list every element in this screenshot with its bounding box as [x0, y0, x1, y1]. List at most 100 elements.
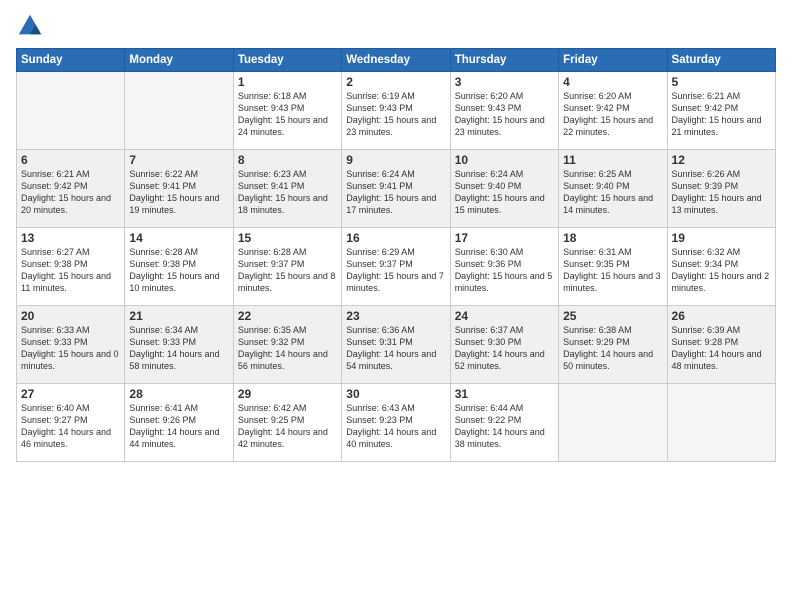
calendar-cell: 22Sunrise: 6:35 AMSunset: 9:32 PMDayligh… [233, 306, 341, 384]
calendar-cell: 23Sunrise: 6:36 AMSunset: 9:31 PMDayligh… [342, 306, 450, 384]
day-info: Sunrise: 6:34 AMSunset: 9:33 PMDaylight:… [129, 324, 228, 373]
calendar-cell: 20Sunrise: 6:33 AMSunset: 9:33 PMDayligh… [17, 306, 125, 384]
calendar-cell: 13Sunrise: 6:27 AMSunset: 9:38 PMDayligh… [17, 228, 125, 306]
calendar-cell: 16Sunrise: 6:29 AMSunset: 9:37 PMDayligh… [342, 228, 450, 306]
header [16, 12, 776, 40]
weekday-header: Monday [125, 49, 233, 72]
calendar-cell: 18Sunrise: 6:31 AMSunset: 9:35 PMDayligh… [559, 228, 667, 306]
calendar-cell: 5Sunrise: 6:21 AMSunset: 9:42 PMDaylight… [667, 72, 775, 150]
weekday-header: Wednesday [342, 49, 450, 72]
day-number: 18 [563, 231, 662, 245]
day-number: 31 [455, 387, 554, 401]
calendar-cell [17, 72, 125, 150]
calendar-cell: 7Sunrise: 6:22 AMSunset: 9:41 PMDaylight… [125, 150, 233, 228]
day-info: Sunrise: 6:42 AMSunset: 9:25 PMDaylight:… [238, 402, 337, 451]
day-info: Sunrise: 6:29 AMSunset: 9:37 PMDaylight:… [346, 246, 445, 295]
calendar-cell [559, 384, 667, 462]
day-info: Sunrise: 6:33 AMSunset: 9:33 PMDaylight:… [21, 324, 120, 373]
day-info: Sunrise: 6:28 AMSunset: 9:37 PMDaylight:… [238, 246, 337, 295]
day-number: 10 [455, 153, 554, 167]
day-number: 29 [238, 387, 337, 401]
calendar: SundayMondayTuesdayWednesdayThursdayFrid… [16, 48, 776, 462]
day-number: 15 [238, 231, 337, 245]
calendar-cell: 6Sunrise: 6:21 AMSunset: 9:42 PMDaylight… [17, 150, 125, 228]
calendar-cell: 9Sunrise: 6:24 AMSunset: 9:41 PMDaylight… [342, 150, 450, 228]
day-info: Sunrise: 6:26 AMSunset: 9:39 PMDaylight:… [672, 168, 771, 217]
day-info: Sunrise: 6:20 AMSunset: 9:42 PMDaylight:… [563, 90, 662, 139]
page: SundayMondayTuesdayWednesdayThursdayFrid… [0, 0, 792, 612]
calendar-cell [125, 72, 233, 150]
day-number: 17 [455, 231, 554, 245]
day-number: 28 [129, 387, 228, 401]
weekday-header: Friday [559, 49, 667, 72]
day-number: 7 [129, 153, 228, 167]
day-info: Sunrise: 6:23 AMSunset: 9:41 PMDaylight:… [238, 168, 337, 217]
calendar-week-row: 27Sunrise: 6:40 AMSunset: 9:27 PMDayligh… [17, 384, 776, 462]
day-number: 20 [21, 309, 120, 323]
day-number: 22 [238, 309, 337, 323]
calendar-cell: 19Sunrise: 6:32 AMSunset: 9:34 PMDayligh… [667, 228, 775, 306]
calendar-cell: 4Sunrise: 6:20 AMSunset: 9:42 PMDaylight… [559, 72, 667, 150]
day-info: Sunrise: 6:43 AMSunset: 9:23 PMDaylight:… [346, 402, 445, 451]
day-number: 1 [238, 75, 337, 89]
day-info: Sunrise: 6:22 AMSunset: 9:41 PMDaylight:… [129, 168, 228, 217]
day-number: 2 [346, 75, 445, 89]
calendar-week-row: 13Sunrise: 6:27 AMSunset: 9:38 PMDayligh… [17, 228, 776, 306]
day-info: Sunrise: 6:30 AMSunset: 9:36 PMDaylight:… [455, 246, 554, 295]
calendar-cell: 3Sunrise: 6:20 AMSunset: 9:43 PMDaylight… [450, 72, 558, 150]
calendar-cell [667, 384, 775, 462]
day-number: 5 [672, 75, 771, 89]
day-number: 8 [238, 153, 337, 167]
day-number: 25 [563, 309, 662, 323]
weekday-header: Saturday [667, 49, 775, 72]
day-info: Sunrise: 6:40 AMSunset: 9:27 PMDaylight:… [21, 402, 120, 451]
calendar-cell: 29Sunrise: 6:42 AMSunset: 9:25 PMDayligh… [233, 384, 341, 462]
calendar-cell: 15Sunrise: 6:28 AMSunset: 9:37 PMDayligh… [233, 228, 341, 306]
calendar-cell: 21Sunrise: 6:34 AMSunset: 9:33 PMDayligh… [125, 306, 233, 384]
calendar-cell: 27Sunrise: 6:40 AMSunset: 9:27 PMDayligh… [17, 384, 125, 462]
day-info: Sunrise: 6:35 AMSunset: 9:32 PMDaylight:… [238, 324, 337, 373]
day-number: 4 [563, 75, 662, 89]
weekday-header-row: SundayMondayTuesdayWednesdayThursdayFrid… [17, 49, 776, 72]
weekday-header: Tuesday [233, 49, 341, 72]
calendar-week-row: 1Sunrise: 6:18 AMSunset: 9:43 PMDaylight… [17, 72, 776, 150]
day-number: 12 [672, 153, 771, 167]
calendar-cell: 12Sunrise: 6:26 AMSunset: 9:39 PMDayligh… [667, 150, 775, 228]
day-number: 23 [346, 309, 445, 323]
calendar-cell: 11Sunrise: 6:25 AMSunset: 9:40 PMDayligh… [559, 150, 667, 228]
day-number: 13 [21, 231, 120, 245]
day-number: 21 [129, 309, 228, 323]
day-number: 19 [672, 231, 771, 245]
day-number: 11 [563, 153, 662, 167]
day-info: Sunrise: 6:31 AMSunset: 9:35 PMDaylight:… [563, 246, 662, 295]
calendar-cell: 24Sunrise: 6:37 AMSunset: 9:30 PMDayligh… [450, 306, 558, 384]
day-number: 14 [129, 231, 228, 245]
calendar-cell: 30Sunrise: 6:43 AMSunset: 9:23 PMDayligh… [342, 384, 450, 462]
day-info: Sunrise: 6:25 AMSunset: 9:40 PMDaylight:… [563, 168, 662, 217]
calendar-week-row: 20Sunrise: 6:33 AMSunset: 9:33 PMDayligh… [17, 306, 776, 384]
day-info: Sunrise: 6:20 AMSunset: 9:43 PMDaylight:… [455, 90, 554, 139]
day-info: Sunrise: 6:24 AMSunset: 9:40 PMDaylight:… [455, 168, 554, 217]
day-info: Sunrise: 6:36 AMSunset: 9:31 PMDaylight:… [346, 324, 445, 373]
day-info: Sunrise: 6:21 AMSunset: 9:42 PMDaylight:… [21, 168, 120, 217]
calendar-week-row: 6Sunrise: 6:21 AMSunset: 9:42 PMDaylight… [17, 150, 776, 228]
day-info: Sunrise: 6:41 AMSunset: 9:26 PMDaylight:… [129, 402, 228, 451]
day-info: Sunrise: 6:27 AMSunset: 9:38 PMDaylight:… [21, 246, 120, 295]
day-info: Sunrise: 6:44 AMSunset: 9:22 PMDaylight:… [455, 402, 554, 451]
day-number: 30 [346, 387, 445, 401]
calendar-cell: 14Sunrise: 6:28 AMSunset: 9:38 PMDayligh… [125, 228, 233, 306]
day-info: Sunrise: 6:21 AMSunset: 9:42 PMDaylight:… [672, 90, 771, 139]
day-info: Sunrise: 6:18 AMSunset: 9:43 PMDaylight:… [238, 90, 337, 139]
calendar-cell: 17Sunrise: 6:30 AMSunset: 9:36 PMDayligh… [450, 228, 558, 306]
calendar-cell: 1Sunrise: 6:18 AMSunset: 9:43 PMDaylight… [233, 72, 341, 150]
logo [16, 12, 48, 40]
weekday-header: Sunday [17, 49, 125, 72]
day-info: Sunrise: 6:19 AMSunset: 9:43 PMDaylight:… [346, 90, 445, 139]
day-info: Sunrise: 6:32 AMSunset: 9:34 PMDaylight:… [672, 246, 771, 295]
day-info: Sunrise: 6:38 AMSunset: 9:29 PMDaylight:… [563, 324, 662, 373]
day-number: 26 [672, 309, 771, 323]
day-number: 16 [346, 231, 445, 245]
day-number: 6 [21, 153, 120, 167]
calendar-cell: 28Sunrise: 6:41 AMSunset: 9:26 PMDayligh… [125, 384, 233, 462]
calendar-cell: 26Sunrise: 6:39 AMSunset: 9:28 PMDayligh… [667, 306, 775, 384]
